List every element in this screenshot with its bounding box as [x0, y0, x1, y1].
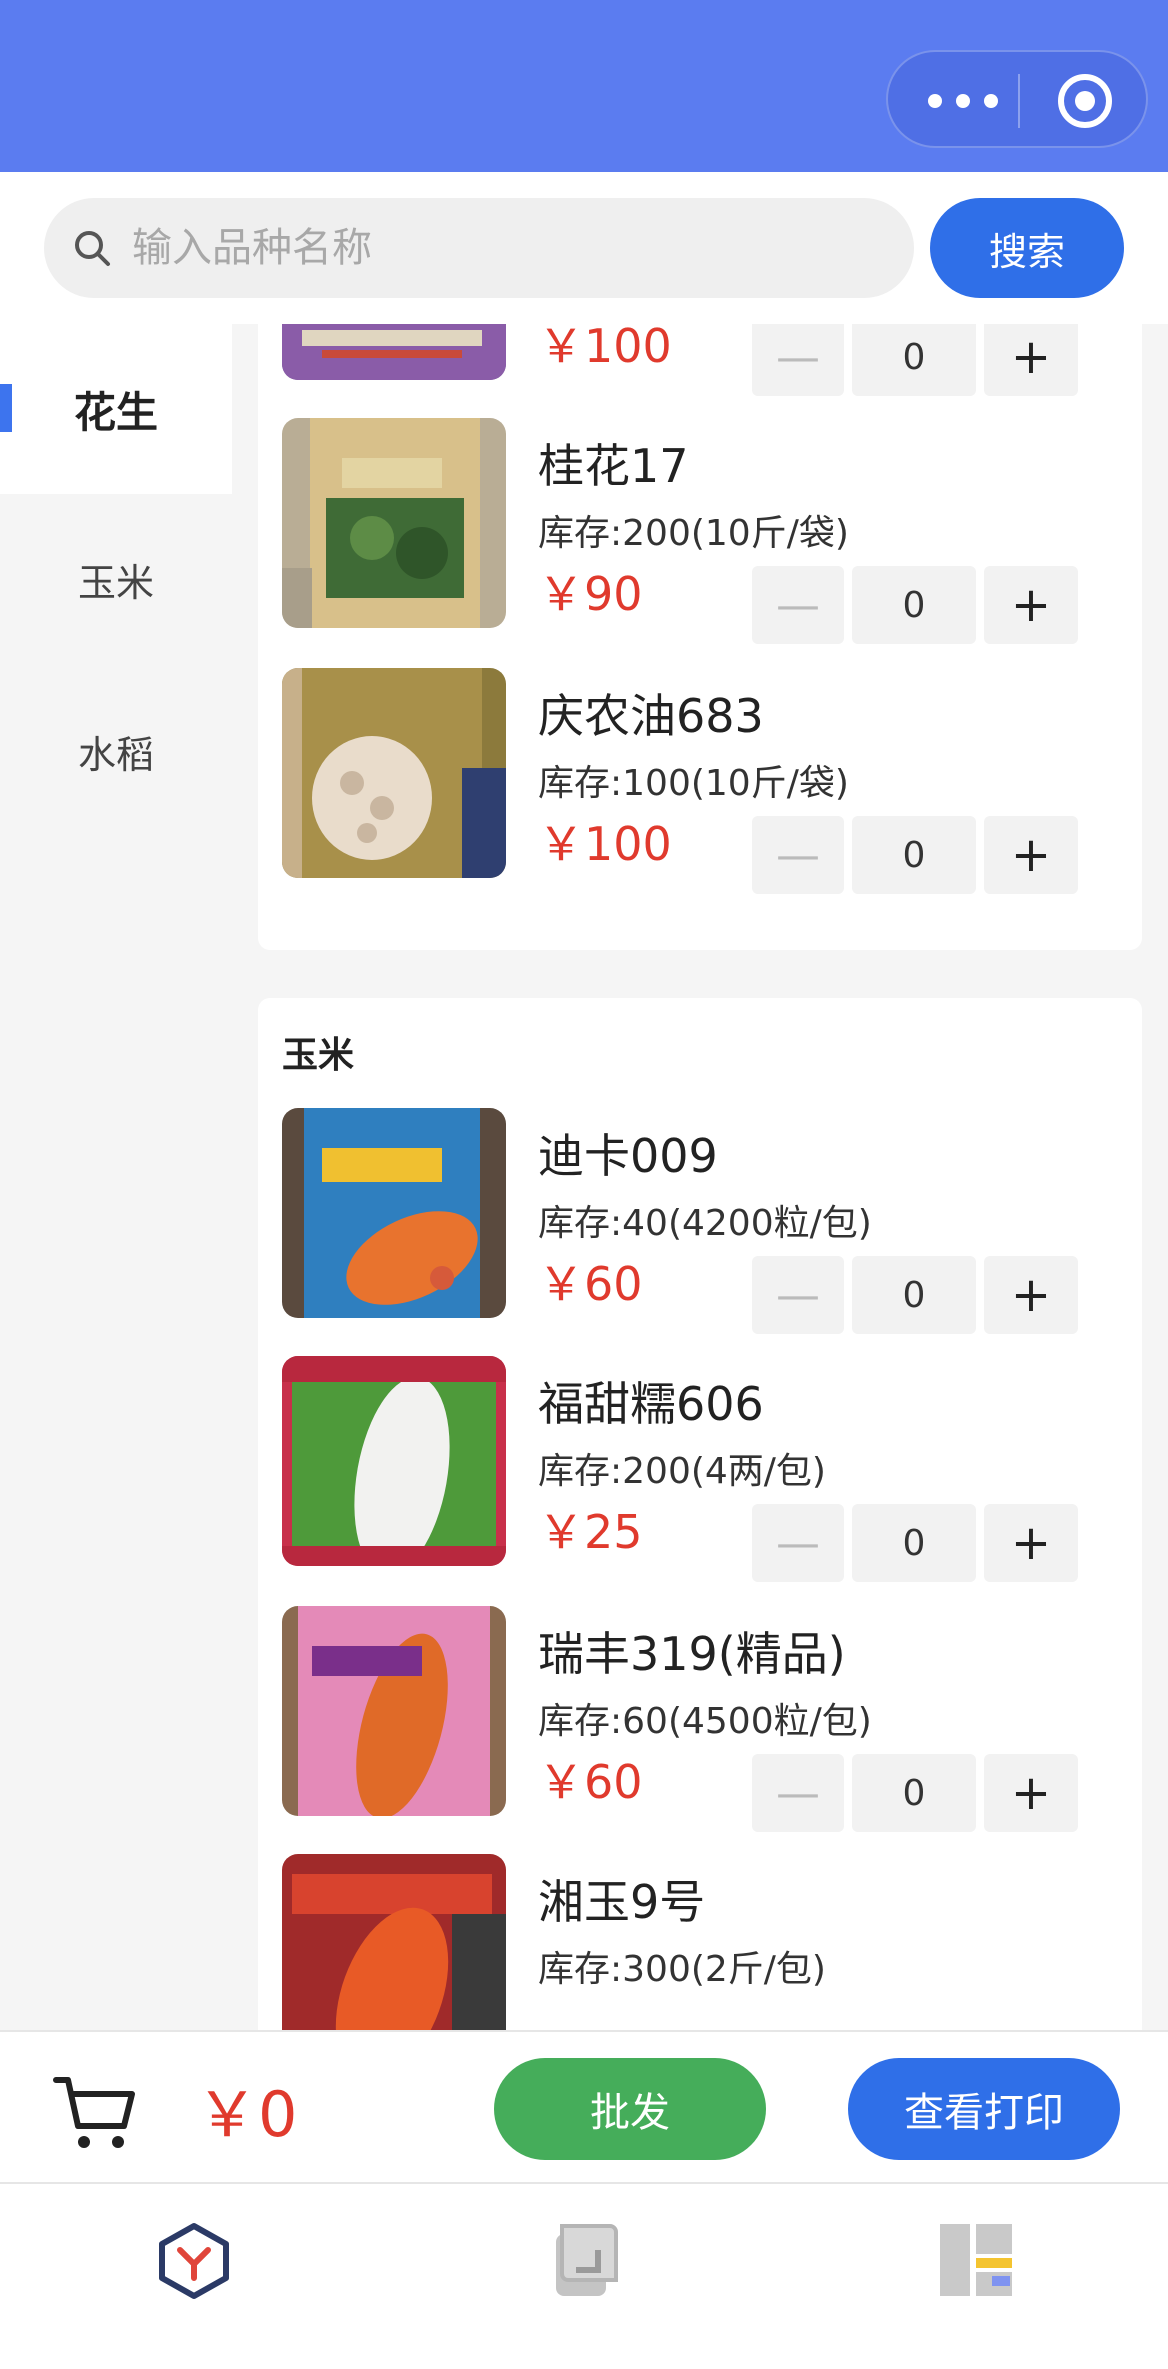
quantity-stepper: — 0 +: [752, 816, 1078, 894]
product-name: 庆农油683: [538, 689, 764, 743]
search-icon: [75, 231, 110, 266]
category-sidebar: 花生 玉米 水稻: [0, 324, 232, 836]
product-price: ￥60: [538, 1257, 643, 1311]
product-image: [282, 1108, 506, 1318]
product-image: [282, 1854, 506, 2030]
search-input[interactable]: [132, 198, 892, 298]
close-target-icon[interactable]: [1058, 74, 1112, 128]
product-image: [282, 1356, 506, 1566]
increase-button[interactable]: +: [984, 816, 1078, 894]
quantity-stepper: — 0 +: [752, 1256, 1078, 1334]
capsule-divider: [1018, 74, 1020, 128]
increase-button[interactable]: +: [984, 1504, 1078, 1582]
quantity-stepper: — 0 +: [752, 1504, 1078, 1582]
cart-total: ￥0: [196, 2078, 298, 2151]
product-price: ￥25: [538, 1505, 643, 1559]
cart-icon[interactable]: [52, 2072, 136, 2152]
product-image: [282, 668, 506, 878]
list-item: 福甜糯606 库存:200(4两/包) ￥25 — 0 +: [258, 1356, 1142, 1582]
tab-orders-icon[interactable]: [546, 2220, 626, 2300]
product-name: 桂花17: [538, 439, 689, 493]
list-item: 瑞丰319(精品) 库存:60(4500粒/包) ￥60 — 0 +: [258, 1606, 1142, 1832]
product-stock: 库存:40(4200粒/包): [538, 1203, 872, 1244]
quantity-stepper: — 0 +: [752, 566, 1078, 644]
product-list[interactable]: ￥100 — 0 + 桂花17 库存:200(10斤/袋) ￥90 — 0 + …: [232, 324, 1168, 2030]
sidebar-item-peanut[interactable]: 花生: [0, 324, 232, 494]
quantity-value[interactable]: 0: [852, 816, 976, 894]
product-name: 福甜糯606: [538, 1377, 764, 1431]
increase-button[interactable]: +: [984, 1256, 1078, 1334]
wholesale-button[interactable]: 批发: [494, 2058, 766, 2160]
product-price: ￥60: [538, 1755, 643, 1809]
list-item: 湘玉9号 库存:300(2斤/包): [258, 1854, 1142, 2030]
quantity-value[interactable]: 0: [852, 1754, 976, 1832]
sidebar-item-corn[interactable]: 玉米: [0, 494, 232, 664]
section-corn: 玉米 迪卡009 库存:40(4200粒/包) ￥60 — 0 + 福甜糯606…: [258, 998, 1142, 2030]
quantity-stepper: — 0 +: [752, 1754, 1078, 1832]
decrease-button[interactable]: —: [752, 1754, 844, 1832]
product-price: ￥100: [538, 324, 672, 373]
product-name: 迪卡009: [538, 1129, 718, 1183]
quantity-value[interactable]: 0: [852, 566, 976, 644]
product-name: 瑞丰319(精品): [538, 1627, 846, 1681]
view-print-button[interactable]: 查看打印: [848, 2058, 1120, 2160]
quantity-value[interactable]: 0: [852, 1256, 976, 1334]
search-box[interactable]: [44, 198, 914, 298]
search-bar: 搜索: [0, 172, 1168, 324]
bottom-tab-bar: [0, 2184, 1168, 2369]
product-stock: 库存:60(4500粒/包): [538, 1701, 872, 1742]
top-nav-bar: [0, 0, 1168, 172]
quantity-value[interactable]: 0: [852, 324, 976, 396]
product-price: ￥100: [538, 817, 672, 871]
product-image: [282, 324, 506, 380]
product-stock: 库存:200(4两/包): [538, 1451, 826, 1492]
quantity-stepper: — 0 +: [752, 324, 1078, 396]
product-name: 湘玉9号: [538, 1875, 706, 1929]
sidebar-item-rice[interactable]: 水稻: [0, 666, 232, 836]
cart-bar: ￥0 批发 查看打印: [0, 2030, 1168, 2184]
section-peanut: ￥100 — 0 + 桂花17 库存:200(10斤/袋) ￥90 — 0 + …: [258, 324, 1142, 950]
sidebar-item-label: 玉米: [77, 560, 154, 605]
list-item: 桂花17 库存:200(10斤/袋) ￥90 — 0 +: [258, 418, 1142, 644]
increase-button[interactable]: +: [984, 1754, 1078, 1832]
decrease-button[interactable]: —: [752, 566, 844, 644]
tab-home-cube-icon[interactable]: [154, 2220, 234, 2300]
quantity-value[interactable]: 0: [852, 1504, 976, 1582]
product-stock: 库存:300(2斤/包): [538, 1949, 826, 1990]
tab-report-icon[interactable]: [936, 2220, 1016, 2300]
increase-button[interactable]: +: [984, 566, 1078, 644]
decrease-button[interactable]: —: [752, 324, 844, 396]
list-item: 迪卡009 库存:40(4200粒/包) ￥60 — 0 +: [258, 1108, 1142, 1334]
mini-program-capsule: [886, 50, 1148, 148]
decrease-button[interactable]: —: [752, 1256, 844, 1334]
list-item: ￥100 — 0 +: [258, 324, 1142, 396]
product-image: [282, 418, 506, 628]
product-stock: 库存:200(10斤/袋): [538, 513, 849, 554]
section-title: 玉米: [282, 1035, 355, 1076]
sidebar-item-label: 水稻: [77, 732, 154, 777]
sidebar-item-label: 花生: [73, 387, 158, 437]
product-stock: 库存:100(10斤/袋): [538, 763, 849, 804]
increase-button[interactable]: +: [984, 324, 1078, 396]
decrease-button[interactable]: —: [752, 1504, 844, 1582]
product-image: [282, 1606, 506, 1816]
list-item: 庆农油683 库存:100(10斤/袋) ￥100 — 0 +: [258, 668, 1142, 894]
decrease-button[interactable]: —: [752, 816, 844, 894]
more-icon[interactable]: [928, 86, 998, 116]
product-price: ￥90: [538, 567, 643, 621]
search-button[interactable]: 搜索: [930, 198, 1124, 298]
